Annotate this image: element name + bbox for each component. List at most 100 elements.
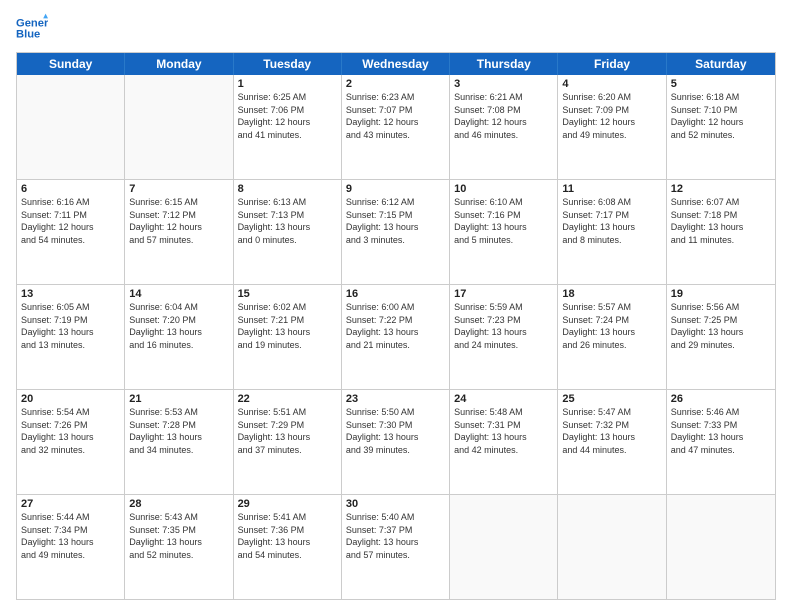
day-info: Sunrise: 6:25 AM Sunset: 7:06 PM Dayligh… — [238, 91, 337, 141]
day-info: Sunrise: 6:20 AM Sunset: 7:09 PM Dayligh… — [562, 91, 661, 141]
day-info: Sunrise: 5:40 AM Sunset: 7:37 PM Dayligh… — [346, 511, 445, 561]
weekday-header-thursday: Thursday — [450, 53, 558, 75]
day-cell-8: 8Sunrise: 6:13 AM Sunset: 7:13 PM Daylig… — [234, 180, 342, 284]
calendar-header: SundayMondayTuesdayWednesdayThursdayFrid… — [17, 53, 775, 75]
day-cell-7: 7Sunrise: 6:15 AM Sunset: 7:12 PM Daylig… — [125, 180, 233, 284]
day-number: 21 — [129, 393, 228, 405]
day-number: 18 — [562, 288, 661, 300]
calendar-row-5: 27Sunrise: 5:44 AM Sunset: 7:34 PM Dayli… — [17, 494, 775, 599]
day-cell-20: 20Sunrise: 5:54 AM Sunset: 7:26 PM Dayli… — [17, 390, 125, 494]
day-cell-15: 15Sunrise: 6:02 AM Sunset: 7:21 PM Dayli… — [234, 285, 342, 389]
calendar-row-2: 6Sunrise: 6:16 AM Sunset: 7:11 PM Daylig… — [17, 179, 775, 284]
day-info: Sunrise: 6:05 AM Sunset: 7:19 PM Dayligh… — [21, 301, 120, 351]
day-cell-10: 10Sunrise: 6:10 AM Sunset: 7:16 PM Dayli… — [450, 180, 558, 284]
day-cell-16: 16Sunrise: 6:00 AM Sunset: 7:22 PM Dayli… — [342, 285, 450, 389]
svg-text:General: General — [16, 17, 48, 29]
day-number: 16 — [346, 288, 445, 300]
day-cell-13: 13Sunrise: 6:05 AM Sunset: 7:19 PM Dayli… — [17, 285, 125, 389]
day-number: 12 — [671, 183, 771, 195]
header: General Blue — [16, 12, 776, 44]
day-number: 11 — [562, 183, 661, 195]
day-cell-29: 29Sunrise: 5:41 AM Sunset: 7:36 PM Dayli… — [234, 495, 342, 599]
day-info: Sunrise: 5:47 AM Sunset: 7:32 PM Dayligh… — [562, 406, 661, 456]
weekday-header-saturday: Saturday — [667, 53, 775, 75]
day-info: Sunrise: 5:59 AM Sunset: 7:23 PM Dayligh… — [454, 301, 553, 351]
day-info: Sunrise: 6:08 AM Sunset: 7:17 PM Dayligh… — [562, 196, 661, 246]
calendar-row-1: 1Sunrise: 6:25 AM Sunset: 7:06 PM Daylig… — [17, 75, 775, 179]
day-cell-12: 12Sunrise: 6:07 AM Sunset: 7:18 PM Dayli… — [667, 180, 775, 284]
empty-cell — [17, 75, 125, 179]
day-number: 4 — [562, 78, 661, 90]
svg-text:Blue: Blue — [16, 29, 40, 41]
day-number: 17 — [454, 288, 553, 300]
empty-cell — [125, 75, 233, 179]
day-number: 30 — [346, 498, 445, 510]
generalblue-logo-icon: General Blue — [16, 12, 48, 44]
day-cell-6: 6Sunrise: 6:16 AM Sunset: 7:11 PM Daylig… — [17, 180, 125, 284]
calendar-row-3: 13Sunrise: 6:05 AM Sunset: 7:19 PM Dayli… — [17, 284, 775, 389]
day-number: 25 — [562, 393, 661, 405]
day-number: 5 — [671, 78, 771, 90]
day-number: 1 — [238, 78, 337, 90]
day-cell-19: 19Sunrise: 5:56 AM Sunset: 7:25 PM Dayli… — [667, 285, 775, 389]
day-info: Sunrise: 6:13 AM Sunset: 7:13 PM Dayligh… — [238, 196, 337, 246]
day-info: Sunrise: 6:21 AM Sunset: 7:08 PM Dayligh… — [454, 91, 553, 141]
day-number: 3 — [454, 78, 553, 90]
day-number: 28 — [129, 498, 228, 510]
day-cell-11: 11Sunrise: 6:08 AM Sunset: 7:17 PM Dayli… — [558, 180, 666, 284]
calendar: SundayMondayTuesdayWednesdayThursdayFrid… — [16, 52, 776, 600]
weekday-header-sunday: Sunday — [17, 53, 125, 75]
day-cell-21: 21Sunrise: 5:53 AM Sunset: 7:28 PM Dayli… — [125, 390, 233, 494]
day-info: Sunrise: 6:07 AM Sunset: 7:18 PM Dayligh… — [671, 196, 771, 246]
day-info: Sunrise: 5:53 AM Sunset: 7:28 PM Dayligh… — [129, 406, 228, 456]
day-cell-30: 30Sunrise: 5:40 AM Sunset: 7:37 PM Dayli… — [342, 495, 450, 599]
day-info: Sunrise: 6:15 AM Sunset: 7:12 PM Dayligh… — [129, 196, 228, 246]
day-number: 9 — [346, 183, 445, 195]
day-info: Sunrise: 5:50 AM Sunset: 7:30 PM Dayligh… — [346, 406, 445, 456]
weekday-header-monday: Monday — [125, 53, 233, 75]
empty-cell — [667, 495, 775, 599]
day-info: Sunrise: 5:48 AM Sunset: 7:31 PM Dayligh… — [454, 406, 553, 456]
calendar-row-4: 20Sunrise: 5:54 AM Sunset: 7:26 PM Dayli… — [17, 389, 775, 494]
weekday-header-tuesday: Tuesday — [234, 53, 342, 75]
day-number: 23 — [346, 393, 445, 405]
day-number: 27 — [21, 498, 120, 510]
page: General Blue SundayMondayTuesdayWednesda… — [0, 0, 792, 612]
day-cell-28: 28Sunrise: 5:43 AM Sunset: 7:35 PM Dayli… — [125, 495, 233, 599]
day-cell-24: 24Sunrise: 5:48 AM Sunset: 7:31 PM Dayli… — [450, 390, 558, 494]
day-info: Sunrise: 5:44 AM Sunset: 7:34 PM Dayligh… — [21, 511, 120, 561]
day-cell-4: 4Sunrise: 6:20 AM Sunset: 7:09 PM Daylig… — [558, 75, 666, 179]
day-info: Sunrise: 6:10 AM Sunset: 7:16 PM Dayligh… — [454, 196, 553, 246]
day-info: Sunrise: 6:16 AM Sunset: 7:11 PM Dayligh… — [21, 196, 120, 246]
weekday-header-wednesday: Wednesday — [342, 53, 450, 75]
day-cell-2: 2Sunrise: 6:23 AM Sunset: 7:07 PM Daylig… — [342, 75, 450, 179]
day-cell-22: 22Sunrise: 5:51 AM Sunset: 7:29 PM Dayli… — [234, 390, 342, 494]
day-cell-23: 23Sunrise: 5:50 AM Sunset: 7:30 PM Dayli… — [342, 390, 450, 494]
day-cell-17: 17Sunrise: 5:59 AM Sunset: 7:23 PM Dayli… — [450, 285, 558, 389]
empty-cell — [450, 495, 558, 599]
day-number: 13 — [21, 288, 120, 300]
day-cell-9: 9Sunrise: 6:12 AM Sunset: 7:15 PM Daylig… — [342, 180, 450, 284]
logo: General Blue — [16, 12, 48, 44]
calendar-body: 1Sunrise: 6:25 AM Sunset: 7:06 PM Daylig… — [17, 75, 775, 599]
day-number: 15 — [238, 288, 337, 300]
day-cell-27: 27Sunrise: 5:44 AM Sunset: 7:34 PM Dayli… — [17, 495, 125, 599]
day-number: 19 — [671, 288, 771, 300]
day-cell-14: 14Sunrise: 6:04 AM Sunset: 7:20 PM Dayli… — [125, 285, 233, 389]
day-number: 2 — [346, 78, 445, 90]
day-info: Sunrise: 5:43 AM Sunset: 7:35 PM Dayligh… — [129, 511, 228, 561]
weekday-header-friday: Friday — [558, 53, 666, 75]
day-number: 6 — [21, 183, 120, 195]
day-number: 7 — [129, 183, 228, 195]
day-info: Sunrise: 5:46 AM Sunset: 7:33 PM Dayligh… — [671, 406, 771, 456]
day-cell-26: 26Sunrise: 5:46 AM Sunset: 7:33 PM Dayli… — [667, 390, 775, 494]
day-number: 24 — [454, 393, 553, 405]
day-info: Sunrise: 6:02 AM Sunset: 7:21 PM Dayligh… — [238, 301, 337, 351]
day-info: Sunrise: 6:12 AM Sunset: 7:15 PM Dayligh… — [346, 196, 445, 246]
day-number: 8 — [238, 183, 337, 195]
day-number: 14 — [129, 288, 228, 300]
day-number: 26 — [671, 393, 771, 405]
empty-cell — [558, 495, 666, 599]
day-number: 22 — [238, 393, 337, 405]
day-cell-5: 5Sunrise: 6:18 AM Sunset: 7:10 PM Daylig… — [667, 75, 775, 179]
